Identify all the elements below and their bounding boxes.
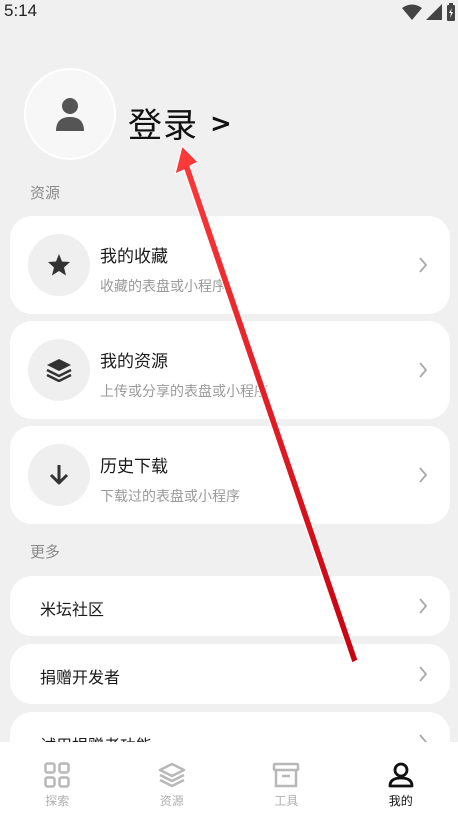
card-title: 历史下载 bbox=[100, 457, 168, 477]
layers-icon bbox=[158, 762, 185, 788]
status-time: 5:14 bbox=[4, 1, 38, 20]
section-label-more: 更多 bbox=[30, 543, 61, 561]
card-icon-circle bbox=[28, 339, 90, 401]
chevron-right-icon bbox=[419, 467, 428, 483]
card-title: 捐赠开发者 bbox=[40, 668, 121, 687]
wifi-icon bbox=[402, 4, 422, 20]
card-icon-circle bbox=[28, 444, 90, 506]
nav-label: 工具 bbox=[274, 794, 299, 808]
nav-tab-resources[interactable]: 资源 bbox=[115, 742, 230, 820]
card-subtitle: 收藏的表盘或小程序 bbox=[100, 279, 226, 295]
chevron-right-icon bbox=[419, 362, 428, 378]
chevron-right-icon bbox=[419, 598, 428, 614]
avatar[interactable] bbox=[24, 68, 116, 160]
chevron-right-icon bbox=[419, 666, 428, 682]
card-title: 我的资源 bbox=[100, 352, 168, 372]
card-subtitle: 下载过的表盘或小程序 bbox=[100, 489, 240, 505]
status-icons bbox=[402, 3, 456, 21]
card-title: 米坛社区 bbox=[40, 600, 105, 619]
star-icon bbox=[48, 254, 70, 276]
user-icon bbox=[388, 762, 414, 788]
grid-icon bbox=[44, 762, 70, 788]
donate-card[interactable]: 捐赠开发者 bbox=[10, 644, 450, 704]
nav-label: 探索 bbox=[45, 794, 70, 808]
nav-label: 我的 bbox=[388, 794, 413, 808]
login-label: 登录 bbox=[128, 106, 198, 146]
download-history-card[interactable]: 历史下载 下载过的表盘或小程序 bbox=[10, 426, 450, 524]
bottom-nav: 探索 资源 工具 我的 bbox=[0, 742, 458, 820]
battery-icon bbox=[447, 3, 455, 21]
card-icon-circle bbox=[28, 234, 90, 296]
chevron-right-icon bbox=[419, 257, 428, 273]
card-subtitle: 上传或分享的表盘或小程序 bbox=[100, 384, 268, 400]
status-bar: 5:14 bbox=[0, 0, 458, 26]
section-label-resources: 资源 bbox=[30, 184, 61, 202]
login-chevron: > bbox=[210, 108, 232, 139]
signal-icon bbox=[426, 4, 442, 20]
layers-icon bbox=[46, 359, 72, 382]
download-icon bbox=[49, 465, 69, 485]
favorites-card[interactable]: 我的收藏 收藏的表盘或小程序 bbox=[10, 216, 450, 314]
card-title: 我的收藏 bbox=[100, 247, 168, 267]
nav-label: 资源 bbox=[159, 794, 184, 808]
user-icon bbox=[56, 98, 84, 131]
my-resources-card[interactable]: 我的资源 上传或分享的表盘或小程序 bbox=[10, 321, 450, 419]
nav-tab-explore[interactable]: 探索 bbox=[0, 742, 115, 820]
community-card[interactable]: 米坛社区 bbox=[10, 576, 450, 636]
nav-tab-mine[interactable]: 我的 bbox=[344, 742, 458, 820]
archive-icon bbox=[273, 762, 300, 788]
login-link[interactable]: 登录 > bbox=[128, 98, 232, 147]
nav-tab-tools[interactable]: 工具 bbox=[229, 742, 344, 820]
